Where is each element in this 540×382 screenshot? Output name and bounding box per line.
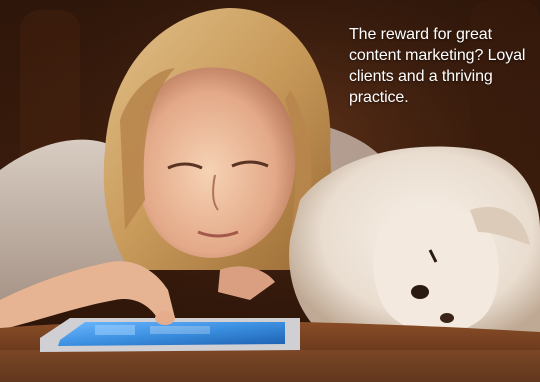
caption-text: The reward for great content marketing? … bbox=[349, 26, 526, 106]
dog-nose bbox=[440, 313, 454, 323]
face bbox=[138, 67, 296, 258]
image-frame: The reward for great content marketing? … bbox=[0, 0, 540, 382]
dog-eye bbox=[411, 285, 429, 299]
